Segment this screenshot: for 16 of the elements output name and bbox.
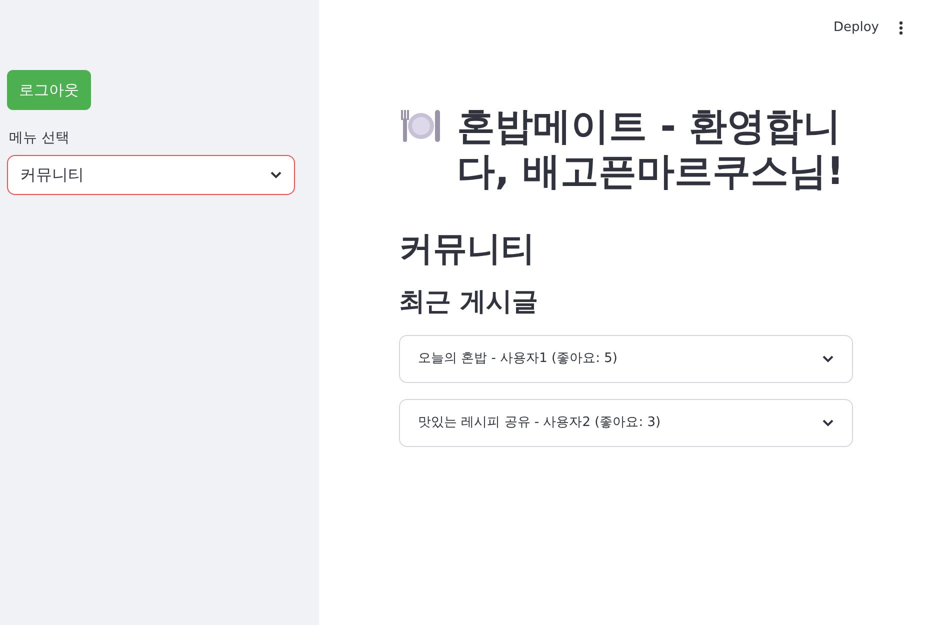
chevron-down-icon [822, 418, 834, 427]
plate-icon [399, 108, 443, 144]
chevron-down-icon [822, 354, 834, 363]
menu-select[interactable]: 커뮤니티 [7, 155, 295, 195]
post-title: 맛있는 레시피 공유 - 사용자2 (좋아요: 3) [418, 414, 661, 432]
post-expander[interactable]: 오늘의 혼밥 - 사용자1 (좋아요: 5) [399, 334, 853, 383]
title-text: 혼밥메이트 - 환영합니다, 배고픈마르쿠스님! [457, 104, 845, 195]
post-expander[interactable]: 맛있는 레시피 공유 - 사용자2 (좋아요: 3) [399, 398, 853, 447]
menu-select-value: 커뮤니티 [20, 164, 84, 186]
chevron-down-icon [270, 171, 282, 179]
more-menu-icon[interactable] [899, 20, 903, 35]
subsection-title: 최근 게시글 [399, 287, 540, 319]
deploy-button[interactable]: Deploy [827, 14, 885, 42]
section-title: 커뮤니티 [399, 228, 536, 270]
post-title: 오늘의 혼밥 - 사용자1 (좋아요: 5) [418, 350, 618, 368]
menu-label: 메뉴 선택 [9, 129, 70, 148]
